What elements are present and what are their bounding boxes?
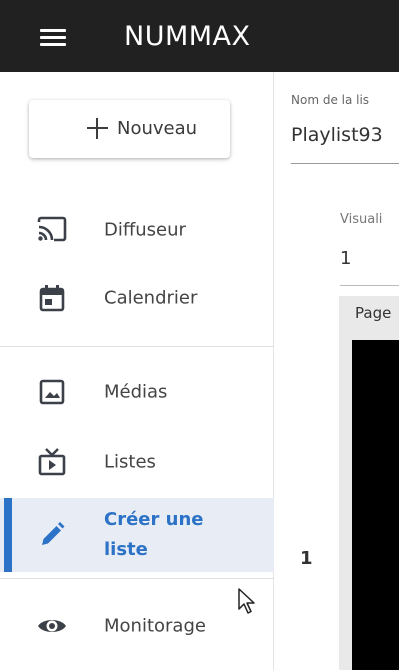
playlist-editor: Nom de la lis Playlist93 Visuali 1 Page … [275, 72, 399, 670]
sidebar-item-label: Monitorage [104, 615, 206, 637]
sidebar-item-label: Créer une liste [104, 509, 204, 560]
image-icon [36, 376, 68, 408]
hamburger-menu-icon[interactable] [40, 29, 66, 47]
sidebar-divider [0, 578, 274, 579]
playlist-name-input[interactable]: Playlist93 [291, 124, 383, 146]
visualisation-underline [340, 285, 399, 286]
plus-icon [87, 118, 108, 139]
sidebar-item-diffuseur[interactable]: Diffuseur [0, 200, 274, 260]
mouse-cursor-icon [237, 587, 257, 617]
page-card[interactable]: Page [339, 296, 399, 670]
visualisation-input[interactable]: 1 [340, 248, 351, 269]
sidebar-item-label: Listes [104, 451, 156, 473]
sidebar-item-label: Calendrier [104, 287, 198, 309]
pencil-icon [36, 519, 68, 551]
sidebar-item-label: Diffuseur [104, 219, 186, 241]
calendar-icon [36, 282, 68, 314]
sidebar-item-creer-une-liste[interactable]: Créer une liste [0, 498, 274, 572]
new-button-label: Nouveau [117, 118, 198, 139]
cast-icon [36, 214, 68, 246]
row-number: 1 [300, 548, 313, 569]
eye-icon [36, 610, 68, 642]
new-button[interactable]: Nouveau [29, 100, 230, 158]
sidebar: Nouveau Diffuseur Calendrier Médias List… [0, 72, 274, 670]
sidebar-divider [0, 346, 274, 347]
page-label: Page [355, 304, 392, 322]
app-title: NUMMAX [124, 21, 251, 52]
visualisation-label: Visuali [340, 212, 383, 227]
sidebar-item-label: Médias [104, 381, 168, 403]
playlist-tv-icon [36, 446, 68, 478]
playlist-name-label: Nom de la lis [291, 93, 370, 107]
sidebar-item-monitorage[interactable]: Monitorage [0, 596, 274, 656]
sidebar-item-medias[interactable]: Médias [0, 362, 274, 422]
sidebar-item-listes[interactable]: Listes [0, 432, 274, 492]
page-preview [352, 340, 399, 670]
sidebar-item-calendrier[interactable]: Calendrier [0, 268, 274, 328]
playlist-name-underline [291, 163, 399, 164]
app-header: NUMMAX [0, 0, 399, 72]
